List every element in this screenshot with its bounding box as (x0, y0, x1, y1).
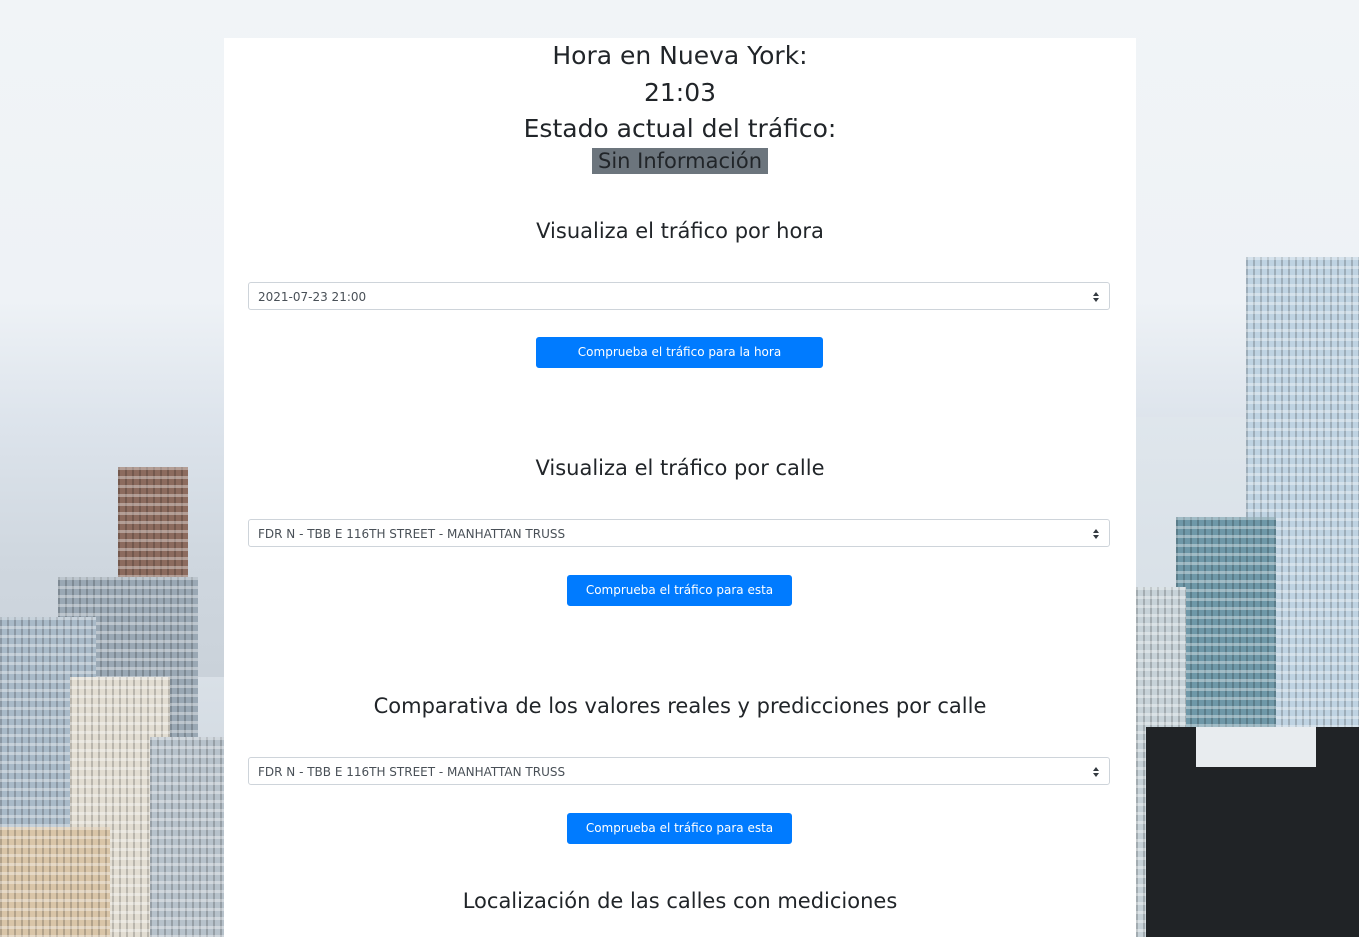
traffic-status-title: Estado actual del tráfico: (523, 114, 837, 143)
ny-time-title: Hora en Nueva York: (552, 41, 808, 70)
street-select[interactable]: FDR N - TBB E 116TH STREET - MANHATTAN T… (248, 519, 1110, 547)
select-caret-icon (1092, 766, 1100, 778)
main-panel: Hora en Nueva York: 21:03 Estado actual … (224, 38, 1136, 937)
street-select-value: FDR N - TBB E 116TH STREET - MANHATTAN T… (258, 527, 566, 541)
by-hour-title: Visualiza el tráfico por hora (536, 219, 824, 243)
select-caret-icon (1092, 528, 1100, 540)
select-caret-icon (1092, 291, 1100, 303)
background-city-left (0, 337, 224, 937)
comparison-street-select[interactable]: FDR N - TBB E 116TH STREET - MANHATTAN T… (248, 757, 1110, 785)
background-city-right (1136, 237, 1359, 937)
traffic-status-badge: Sin Información (591, 148, 769, 174)
ny-time-value: 21:03 (643, 78, 717, 107)
check-hour-button[interactable]: Comprueba el tráfico para la hora selecc… (536, 337, 823, 388)
check-comparison-button[interactable]: Comprueba el tráfico para esta calle (567, 813, 792, 864)
location-title: Localización de las calles con medicione… (462, 889, 898, 913)
check-street-button[interactable]: Comprueba el tráfico para esta calle (567, 575, 792, 626)
hour-select[interactable]: 2021-07-23 21:00 (248, 282, 1110, 310)
comparison-select-value: FDR N - TBB E 116TH STREET - MANHATTAN T… (258, 765, 566, 779)
hour-select-value: 2021-07-23 21:00 (258, 290, 367, 304)
by-street-title: Visualiza el tráfico por calle (535, 456, 825, 480)
comparison-title: Comparativa de los valores reales y pred… (373, 694, 987, 718)
